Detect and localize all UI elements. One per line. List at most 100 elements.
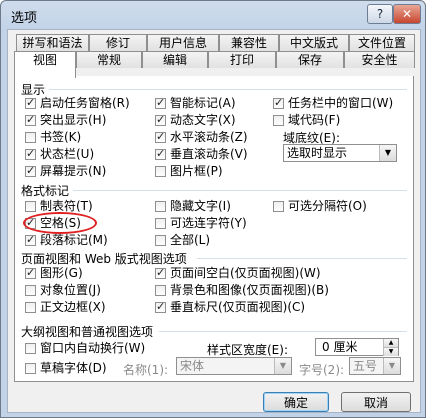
style-area-width-value: 0 厘米: [322, 340, 358, 354]
checkbox-box[interactable]: [155, 266, 166, 279]
checkbox-horizontal-scrollbar[interactable]: 水平滚动条(Z): [155, 130, 248, 144]
chevron-down-icon[interactable]: ▼: [379, 145, 396, 161]
checkbox-label: 隐藏文字(I): [170, 199, 231, 213]
checkbox-box[interactable]: [25, 96, 36, 109]
chevron-down-icon[interactable]: ▼: [274, 358, 291, 374]
font-name-select[interactable]: 宋体 ▼: [176, 357, 292, 375]
chevron-down-icon[interactable]: ▼: [383, 358, 400, 374]
tab-print[interactable]: 打印: [208, 51, 276, 68]
checkbox-wrap-to-window[interactable]: 窗口内自动换行(W): [25, 342, 145, 355]
cancel-button[interactable]: 取消: [341, 392, 411, 412]
checkbox-box[interactable]: [155, 201, 166, 212]
checkbox-field-codes[interactable]: 域代码(F): [273, 114, 340, 127]
checkbox-box[interactable]: [25, 363, 36, 374]
checkbox-box[interactable]: [25, 266, 36, 279]
style-area-width-spinner[interactable]: 0 厘米 ▲ ▼: [315, 338, 399, 356]
font-name-value: 宋体: [180, 359, 205, 373]
checkbox-drawings[interactable]: 图形(G): [25, 266, 83, 280]
checkbox-box[interactable]: [25, 302, 36, 313]
checkbox-box[interactable]: [25, 285, 36, 296]
checkbox-box[interactable]: [25, 201, 36, 212]
spin-up-icon[interactable]: ▲: [383, 339, 398, 347]
checkbox-label: 任务栏中的窗口(W): [288, 96, 394, 110]
tab-asian-typography[interactable]: 中文版式: [279, 34, 349, 51]
checkbox-box[interactable]: [25, 147, 36, 160]
checkbox-startup-task-pane[interactable]: 启动任务窗格(R): [25, 96, 130, 110]
font-size-select[interactable]: 五号 ▼: [349, 357, 401, 375]
checkbox-label: 可选分隔符(O): [288, 199, 367, 213]
tab-general[interactable]: 常规: [76, 51, 142, 68]
checkbox-background-colors[interactable]: 背景色和图像(仅页面视图)(B): [155, 284, 329, 297]
checkbox-box[interactable]: [155, 113, 166, 126]
checkbox-label: 制表符(T): [40, 199, 93, 213]
checkbox-bookmarks[interactable]: 书签(K): [25, 131, 81, 144]
tab-compatibility[interactable]: 兼容性: [219, 34, 279, 51]
checkbox-label: 背景色和图像(仅页面视图)(B): [170, 283, 329, 297]
checkbox-highlight[interactable]: 突出显示(H): [25, 113, 107, 127]
checkbox-animated-text[interactable]: 动态文字(X): [155, 113, 236, 127]
tab-security[interactable]: 安全性: [344, 51, 415, 68]
checkbox-box[interactable]: [155, 96, 166, 109]
checkbox-object-anchors[interactable]: 对象位置(J): [25, 284, 101, 297]
tab-track-changes[interactable]: 修订: [89, 34, 147, 51]
checkbox-white-space-between-pages[interactable]: 页面间空白(仅页面视图)(W): [155, 266, 321, 280]
checkbox-box[interactable]: [155, 235, 166, 246]
spin-down-icon[interactable]: ▼: [383, 347, 398, 356]
tab-view[interactable]: 视图: [14, 51, 76, 78]
tab-user-info[interactable]: 用户信息: [147, 34, 219, 51]
page-view-group-label: 页面视图和 Web 版式视图选项: [21, 252, 187, 266]
checkbox-optional-hyphens[interactable]: 可选连字符(Y): [155, 217, 247, 230]
display-group-divider: [49, 89, 407, 90]
checkbox-screen-tips[interactable]: 屏幕提示(N): [25, 164, 106, 178]
options-dialog: 选项 ? ✕ 拼写和语法 修订 用户信息 兼容性 中文版式 文件位置 视图 常规…: [0, 0, 426, 418]
field-shading-select[interactable]: 选取时显示 ▼: [283, 144, 397, 162]
checkbox-optional-breaks[interactable]: 可选分隔符(O): [273, 200, 367, 213]
checkbox-box[interactable]: [155, 130, 166, 143]
checkbox-draft-font[interactable]: 草稿字体(D): [25, 362, 107, 375]
checkbox-box[interactable]: [25, 113, 36, 126]
help-button[interactable]: ?: [367, 4, 393, 24]
outline-group-label: 大纲视图和普通视图选项: [21, 325, 154, 339]
checkbox-label: 页面间空白(仅页面视图)(W): [170, 266, 321, 280]
checkbox-label: 状态栏(U): [40, 147, 95, 161]
tab-save[interactable]: 保存: [276, 51, 344, 68]
checkbox-windows-in-taskbar[interactable]: 任务栏中的窗口(W): [273, 96, 394, 110]
font-size-label: 字号(2):: [299, 363, 345, 377]
checkbox-picture-placeholders[interactable]: 图片框(P): [155, 165, 223, 178]
checkbox-box[interactable]: [25, 132, 36, 143]
checkbox-box[interactable]: [273, 201, 284, 212]
checkbox-vertical-ruler[interactable]: 垂直标尺(仅页面视图)(C): [155, 300, 306, 314]
checkbox-label: 水平滚动条(Z): [170, 130, 248, 144]
checkbox-box[interactable]: [273, 115, 284, 126]
checkbox-box[interactable]: [25, 164, 36, 177]
title-bar: 选项 ? ✕: [1, 1, 425, 29]
checkbox-smart-tags[interactable]: 智能标记(A): [155, 96, 236, 110]
checkbox-box[interactable]: [25, 233, 36, 246]
checkbox-paragraph-marks[interactable]: 段落标记(M): [25, 233, 108, 247]
checkbox-box[interactable]: [25, 343, 36, 354]
tab-spelling-grammar[interactable]: 拼写和语法: [16, 34, 89, 51]
checkbox-label: 垂直滚动条(V): [170, 147, 248, 161]
checkbox-box[interactable]: [155, 285, 166, 296]
tab-file-locations[interactable]: 文件位置: [349, 34, 415, 51]
checkbox-label: 启动任务窗格(R): [40, 96, 130, 110]
checkbox-box[interactable]: [155, 147, 166, 160]
window-title: 选项: [11, 11, 38, 26]
checkbox-hidden-text[interactable]: 隐藏文字(I): [155, 200, 231, 213]
close-button[interactable]: ✕: [393, 4, 421, 24]
checkbox-label: 垂直标尺(仅页面视图)(C): [170, 300, 306, 314]
ok-button[interactable]: 确定: [263, 392, 329, 412]
checkbox-box[interactable]: [155, 300, 166, 313]
checkbox-all-marks[interactable]: 全部(L): [155, 234, 210, 247]
checkbox-label: 突出显示(H): [40, 113, 107, 127]
checkbox-box[interactable]: [155, 218, 166, 229]
checkbox-status-bar[interactable]: 状态栏(U): [25, 147, 95, 161]
checkbox-label: 草稿字体(D): [40, 361, 107, 375]
checkbox-label: 动态文字(X): [170, 113, 236, 127]
tab-edit[interactable]: 编辑: [142, 51, 208, 68]
checkbox-box[interactable]: [155, 166, 166, 177]
checkbox-box[interactable]: [273, 96, 284, 109]
checkbox-text-boundaries[interactable]: 正文边框(X): [25, 301, 106, 314]
checkbox-label: 域代码(F): [288, 113, 341, 127]
checkbox-vertical-scrollbar[interactable]: 垂直滚动条(V): [155, 147, 248, 161]
